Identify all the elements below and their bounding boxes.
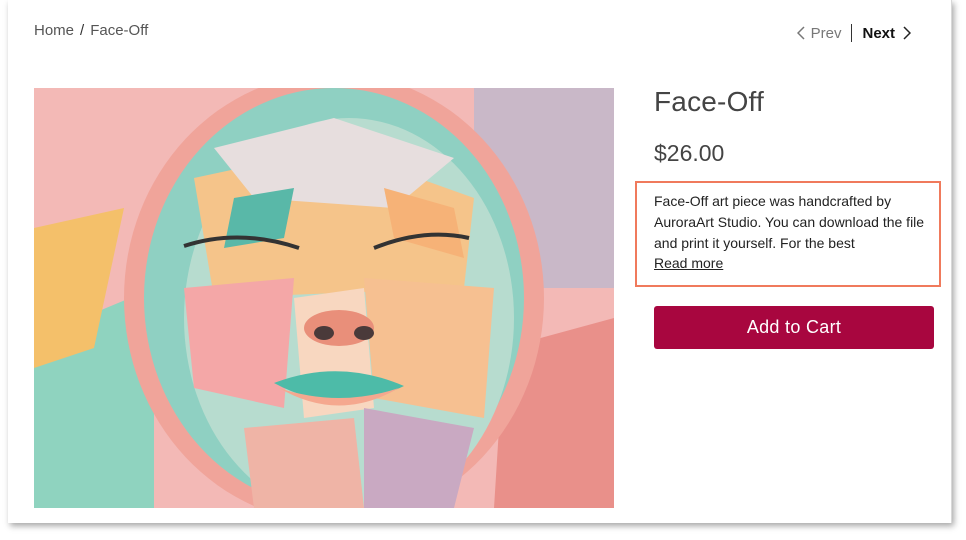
product-pager: Prev Next: [796, 24, 911, 42]
prev-button[interactable]: Prev: [796, 24, 852, 42]
breadcrumb-home-link[interactable]: Home: [34, 22, 74, 39]
product-page: Home / Face-Off Prev Next Face-Off $26.0…: [8, 0, 952, 523]
breadcrumb-current: Face-Off: [90, 22, 149, 39]
prev-label: Prev: [810, 24, 842, 42]
description-highlight: Face-Off art piece was handcrafted by Au…: [635, 181, 941, 287]
product-title: Face-Off: [654, 86, 765, 117]
read-more-link[interactable]: Read more: [654, 255, 723, 271]
next-button[interactable]: Next: [852, 25, 911, 42]
add-to-cart-button[interactable]: Add to Cart: [654, 306, 934, 349]
artwork-illustration: [34, 88, 614, 508]
breadcrumb-separator: /: [80, 22, 85, 39]
product-price: $26.00: [654, 140, 725, 166]
next-label: Next: [862, 24, 895, 42]
chevron-right-icon: [903, 26, 911, 40]
breadcrumb: Home / Face-Off: [34, 22, 148, 39]
product-image[interactable]: [34, 88, 614, 508]
chevron-left-icon: [796, 26, 805, 40]
product-description: Face-Off art piece was handcrafted by Au…: [654, 193, 925, 251]
